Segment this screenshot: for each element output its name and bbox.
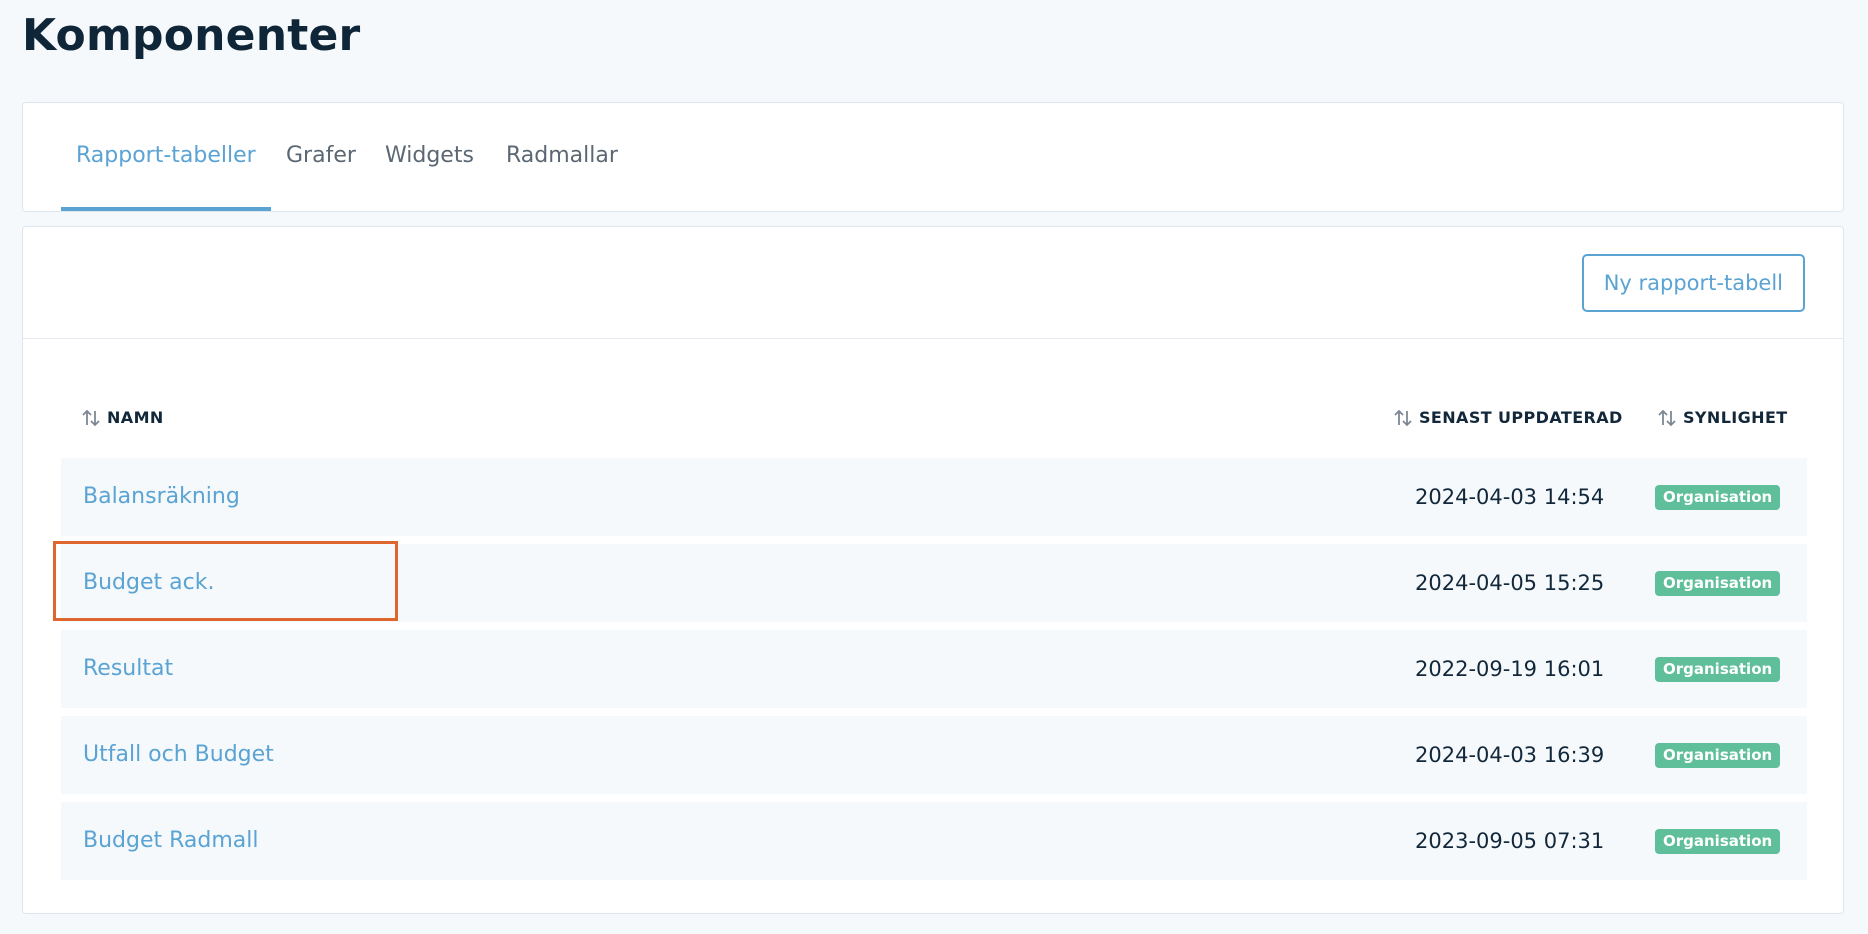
- row-updated: 2023-09-05 07:31: [1415, 829, 1605, 853]
- active-tab-indicator: [61, 207, 271, 211]
- report-tables-panel: Ny rapport-tabell NAMN SENAST UPPDATERAD…: [22, 226, 1844, 914]
- table-row[interactable]: Budget Radmall 2023-09-05 07:31 Organisa…: [61, 802, 1807, 880]
- sort-icon: [1394, 409, 1412, 427]
- row-name-link[interactable]: Resultat: [83, 652, 173, 686]
- toolbar: Ny rapport-tabell: [23, 227, 1843, 339]
- visibility-badge: Organisation: [1655, 571, 1781, 596]
- table-row[interactable]: Budget ack. 2024-04-05 15:25 Organisatio…: [61, 544, 1807, 622]
- column-header-visibility-label: SYNLIGHET: [1683, 408, 1788, 427]
- row-updated: 2022-09-19 16:01: [1415, 657, 1605, 681]
- column-header-name-label: NAMN: [107, 408, 164, 427]
- tab-radmallar[interactable]: Radmallar: [506, 141, 618, 171]
- tabs-bar: Rapport-tabeller Grafer Widgets Radmalla…: [22, 102, 1844, 212]
- tab-grafer[interactable]: Grafer: [286, 141, 356, 171]
- row-name-link[interactable]: Budget ack.: [83, 566, 214, 600]
- row-name-link[interactable]: Utfall och Budget: [83, 738, 274, 772]
- column-header-updated-label: SENAST UPPDATERAD: [1419, 408, 1623, 427]
- visibility-badge: Organisation: [1655, 829, 1781, 854]
- row-updated: 2024-04-03 16:39: [1415, 743, 1605, 767]
- row-name-link[interactable]: Balansräkning: [83, 480, 240, 514]
- sort-icon: [82, 409, 100, 427]
- row-updated: 2024-04-03 14:54: [1415, 485, 1605, 509]
- visibility-badge: Organisation: [1655, 485, 1781, 510]
- tab-rapport-tabeller[interactable]: Rapport-tabeller: [76, 141, 256, 171]
- column-header-name[interactable]: NAMN: [81, 407, 164, 429]
- tab-widgets[interactable]: Widgets: [385, 141, 474, 171]
- table-row[interactable]: Utfall och Budget 2024-04-03 16:39 Organ…: [61, 716, 1807, 794]
- table-row[interactable]: Balansräkning 2024-04-03 14:54 Organisat…: [61, 458, 1807, 536]
- visibility-badge: Organisation: [1655, 743, 1781, 768]
- visibility-badge: Organisation: [1655, 657, 1781, 682]
- sort-icon: [1658, 409, 1676, 427]
- row-updated: 2024-04-05 15:25: [1415, 571, 1605, 595]
- column-header-updated[interactable]: SENAST UPPDATERAD: [1393, 407, 1623, 429]
- new-report-table-button[interactable]: Ny rapport-tabell: [1581, 254, 1805, 312]
- page-title: Komponenter: [22, 10, 361, 61]
- column-header-visibility[interactable]: SYNLIGHET: [1657, 407, 1788, 429]
- row-name-link[interactable]: Budget Radmall: [83, 824, 259, 858]
- table-row[interactable]: Resultat 2022-09-19 16:01 Organisation: [61, 630, 1807, 708]
